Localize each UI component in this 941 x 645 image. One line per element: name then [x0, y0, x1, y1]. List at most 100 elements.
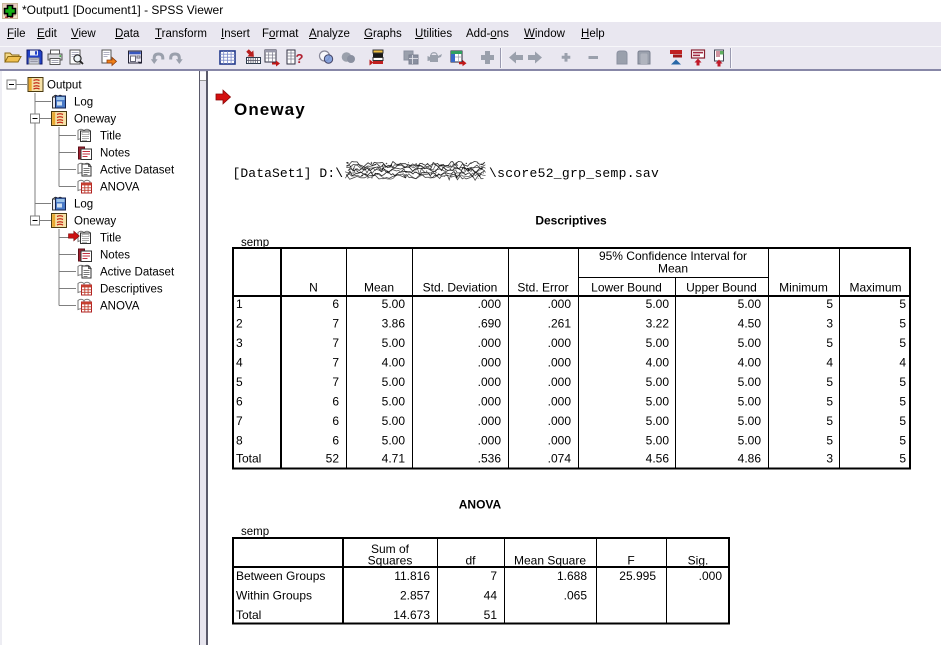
svg-text:5.00: 5.00: [382, 414, 406, 428]
svg-text:14.673: 14.673: [393, 608, 430, 622]
svg-text:Title: Title: [100, 131, 121, 143]
svg-text:5.00: 5.00: [382, 336, 406, 350]
svg-text:51: 51: [484, 608, 498, 622]
svg-text:ANOVA: ANOVA: [100, 301, 140, 313]
svg-text:.690: .690: [478, 316, 502, 330]
svg-text:3.86: 3.86: [382, 316, 406, 330]
svg-text:5.00: 5.00: [382, 297, 406, 311]
svg-text:5: 5: [826, 375, 833, 389]
svg-text:.000: .000: [548, 356, 572, 370]
svg-text:Active Dataset: Active Dataset: [100, 267, 175, 279]
svg-text:4.00: 4.00: [646, 356, 670, 370]
svg-text:Log: Log: [74, 97, 93, 109]
svg-text:Title: Title: [100, 233, 121, 245]
svg-text:4.56: 4.56: [646, 452, 670, 466]
svg-text:.000: .000: [478, 395, 502, 409]
svg-text:5.00: 5.00: [738, 297, 762, 311]
svg-text:5: 5: [899, 375, 906, 389]
svg-text:25.995: 25.995: [619, 569, 656, 583]
svg-text:Minimum: Minimum: [779, 281, 828, 295]
svg-text:[DataSet1] D:\: [DataSet1] D:\: [233, 166, 344, 181]
svg-text:Sig.: Sig.: [688, 554, 709, 568]
svg-text:semp: semp: [241, 526, 269, 538]
svg-text:3.22: 3.22: [646, 316, 670, 330]
svg-text:6: 6: [332, 434, 339, 448]
svg-text:5: 5: [899, 434, 906, 448]
svg-text:5.00: 5.00: [382, 395, 406, 409]
svg-text:4.86: 4.86: [738, 452, 762, 466]
svg-text:4.00: 4.00: [382, 356, 406, 370]
svg-text:4: 4: [899, 356, 906, 370]
svg-text:Mean: Mean: [364, 281, 394, 295]
svg-text:2: 2: [236, 316, 243, 330]
svg-text:Output: Output: [47, 80, 82, 92]
svg-text:5.00: 5.00: [738, 434, 762, 448]
svg-text:11.816: 11.816: [394, 569, 430, 583]
svg-text:?: ?: [296, 51, 304, 66]
svg-text:Squares: Squares: [368, 554, 413, 568]
svg-text:6: 6: [236, 395, 243, 409]
svg-text:5.00: 5.00: [646, 336, 670, 350]
svg-text:7: 7: [332, 316, 339, 330]
svg-text:.074: .074: [548, 452, 572, 466]
svg-text:.000: .000: [548, 375, 572, 389]
svg-text:6: 6: [332, 297, 339, 311]
svg-text:4.50: 4.50: [738, 316, 762, 330]
svg-text:.000: .000: [548, 336, 572, 350]
svg-text:ANOVA: ANOVA: [100, 182, 140, 194]
svg-text:4.71: 4.71: [382, 452, 406, 466]
svg-text:.000: .000: [478, 336, 502, 350]
svg-text:Descriptives: Descriptives: [535, 214, 607, 228]
svg-text:7: 7: [332, 336, 339, 350]
svg-text:N: N: [309, 281, 318, 295]
svg-text:Active Dataset: Active Dataset: [100, 165, 175, 177]
svg-text:5.00: 5.00: [646, 375, 670, 389]
svg-text:5.00: 5.00: [738, 375, 762, 389]
svg-text:5.00: 5.00: [738, 414, 762, 428]
svg-text:Mean: Mean: [658, 262, 688, 276]
svg-text:5: 5: [826, 395, 833, 409]
svg-text:5.00: 5.00: [382, 375, 406, 389]
svg-text:Oneway: Oneway: [74, 216, 116, 228]
svg-text:5.00: 5.00: [646, 434, 670, 448]
svg-text:8: 8: [236, 434, 243, 448]
svg-text:4: 4: [826, 356, 833, 370]
svg-text:Descriptives: Descriptives: [100, 284, 163, 296]
svg-text:7: 7: [490, 569, 497, 583]
svg-text:5.00: 5.00: [738, 336, 762, 350]
svg-text:3: 3: [236, 336, 243, 350]
svg-text:Between Groups: Between Groups: [236, 569, 325, 583]
svg-text:5: 5: [899, 316, 906, 330]
svg-text:5.00: 5.00: [646, 297, 670, 311]
svg-text:5: 5: [826, 414, 833, 428]
svg-text:5.00: 5.00: [646, 414, 670, 428]
svg-text:\score52_grp_semp.sav: \score52_grp_semp.sav: [489, 166, 659, 181]
svg-text:.536: .536: [478, 452, 502, 466]
svg-text:.000: .000: [699, 569, 723, 583]
svg-text:Std. Error: Std. Error: [517, 281, 568, 295]
svg-text:5: 5: [826, 434, 833, 448]
svg-text:7: 7: [236, 414, 243, 428]
svg-text:.000: .000: [548, 395, 572, 409]
svg-text:.000: .000: [548, 414, 572, 428]
svg-text:Mean Square: Mean Square: [514, 554, 586, 568]
svg-text:Within Groups: Within Groups: [236, 589, 312, 603]
svg-text:.065: .065: [564, 589, 588, 603]
svg-text:5: 5: [899, 452, 906, 466]
svg-text:3: 3: [826, 452, 833, 466]
svg-text:5: 5: [899, 297, 906, 311]
svg-text:Std. Deviation: Std. Deviation: [423, 281, 498, 295]
svg-text:4: 4: [236, 356, 243, 370]
svg-text:.000: .000: [478, 434, 502, 448]
svg-text:3: 3: [826, 316, 833, 330]
svg-text:.000: .000: [478, 375, 502, 389]
svg-text:5.00: 5.00: [738, 395, 762, 409]
svg-text:Lower Bound: Lower Bound: [591, 281, 662, 295]
svg-text:F: F: [627, 554, 634, 568]
svg-text:Upper Bound: Upper Bound: [686, 281, 757, 295]
svg-text:Notes: Notes: [100, 250, 130, 262]
svg-text:df: df: [465, 554, 476, 568]
svg-text:5: 5: [236, 375, 243, 389]
svg-text:5.00: 5.00: [382, 434, 406, 448]
svg-text:4.00: 4.00: [738, 356, 762, 370]
